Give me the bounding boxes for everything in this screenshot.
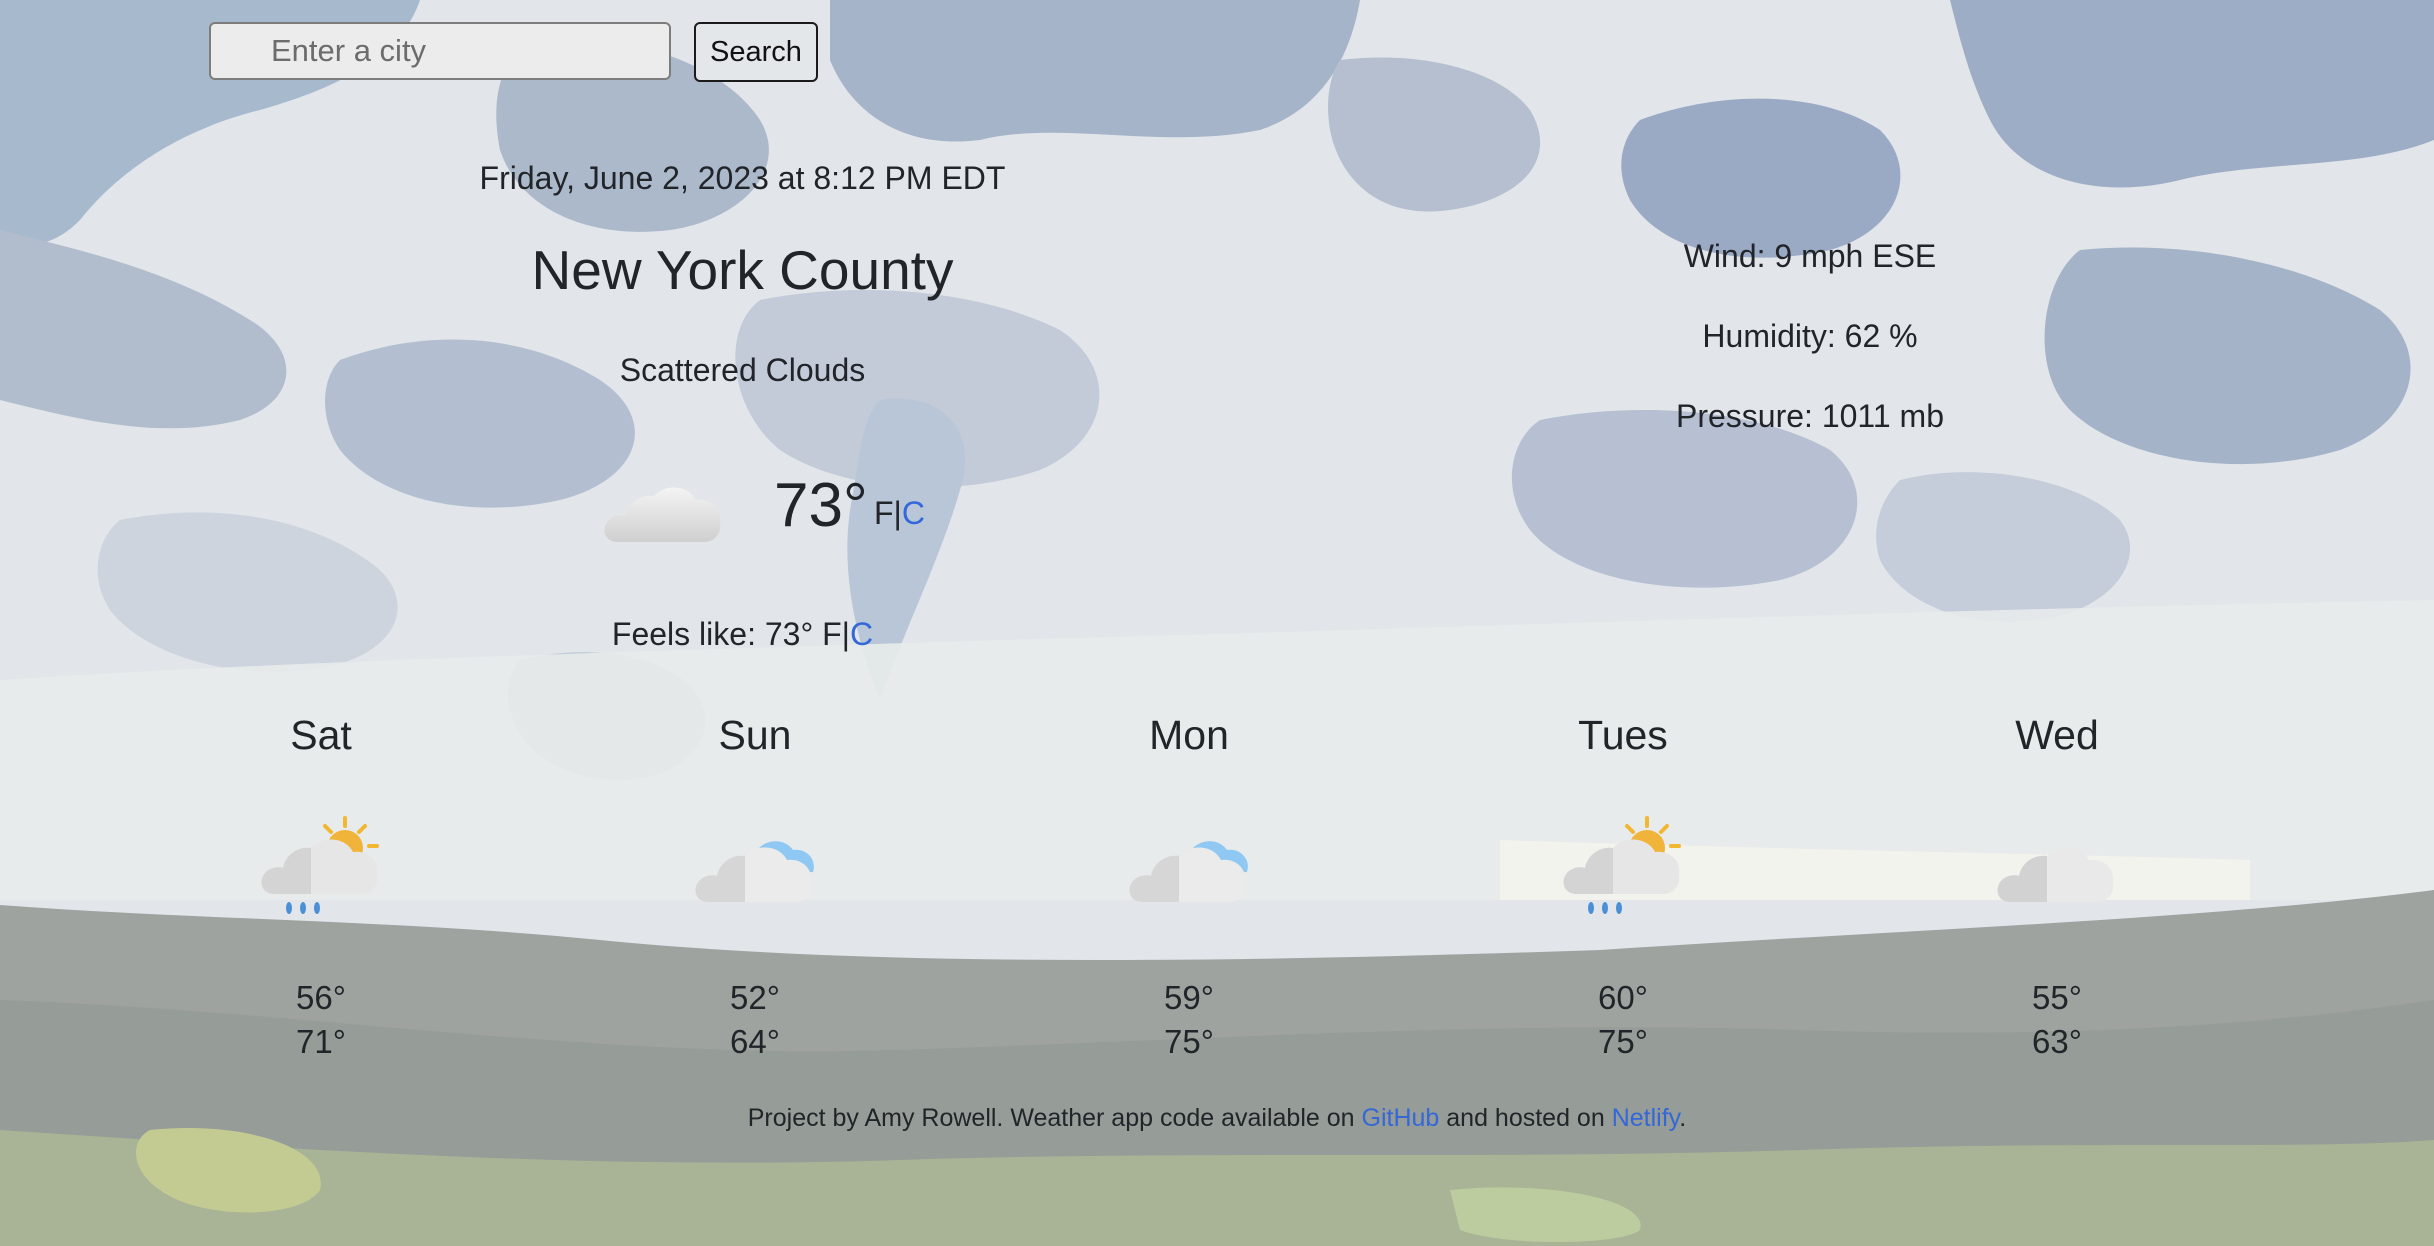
forecast-low: 56° (296, 979, 346, 1016)
forecast-low: 55° (2032, 979, 2082, 1016)
blue-cloud-icon (1129, 841, 1248, 902)
forecast-day: Sun 52° 64° (605, 710, 905, 1064)
current-temperature: 73° (774, 471, 868, 540)
forecast-high: 64° (730, 1023, 780, 1060)
city-name: New York County (531, 239, 954, 301)
cloud-icon (1997, 847, 2114, 902)
feels-like-text: Feels like: 73° F| (611, 616, 850, 652)
forecast-high: 75° (1164, 1023, 1214, 1060)
forecast-high: 75° (1598, 1023, 1648, 1060)
forecast-day-name: Sat (290, 712, 352, 758)
github-link[interactable]: GitHub (1362, 1104, 1440, 1132)
forecast-low: 60° (1598, 979, 1648, 1016)
unit-fahrenheit[interactable]: F (874, 495, 894, 531)
forecast-low: 59° (1164, 979, 1214, 1016)
forecast-high: 71° (296, 1023, 346, 1060)
forecast-low: 52° (730, 979, 780, 1016)
humidity-info: Humidity: 62 % (1702, 318, 1918, 354)
temperature-units: F|C (874, 495, 925, 532)
unit-celsius-link[interactable]: C (902, 495, 925, 531)
sun-cloud-rain-icon (1563, 816, 1681, 914)
wind-info: Wind: 9 mph ESE (1683, 238, 1937, 274)
forecast-day: Wed 55° 63° (1907, 710, 2207, 1064)
forecast-day-name: Wed (2015, 712, 2099, 758)
forecast-high: 63° (2032, 1023, 2082, 1060)
footer-text: . (1679, 1104, 1687, 1132)
forecast-day: Mon 59° 75° (1039, 710, 1339, 1064)
weather-description: Scattered Clouds (619, 352, 866, 388)
search-button[interactable]: Search (694, 22, 818, 82)
forecast-day-name: Mon (1149, 712, 1229, 758)
current-datetime: Friday, June 2, 2023 at 8:12 PM EDT (479, 160, 1006, 196)
footer-text: and hosted on (1439, 1104, 1612, 1132)
forecast-day: Sat 56° 71° (171, 710, 471, 1064)
unit-separator: | (893, 495, 902, 531)
feels-like-celsius-link[interactable]: C (850, 616, 873, 652)
cloud-icon (604, 487, 721, 542)
feels-like: Feels like: 73° F|C (380, 616, 1105, 653)
pressure-info: Pressure: 1011 mb (1676, 398, 1944, 434)
blue-cloud-icon (695, 841, 814, 902)
forecast-day-name: Sun (718, 712, 792, 758)
netlify-link[interactable]: Netlify (1612, 1104, 1680, 1132)
sun-cloud-rain-icon (261, 816, 379, 914)
search-input[interactable] (209, 22, 671, 80)
forecast-day-name: Tues (1578, 712, 1668, 758)
footer-text: Project by Amy Rowell. Weather app code … (747, 1104, 1362, 1132)
footer: Project by Amy Rowell. Weather app code … (0, 1104, 2434, 1133)
forecast-day: Tues 60° 75° (1473, 710, 1773, 1064)
